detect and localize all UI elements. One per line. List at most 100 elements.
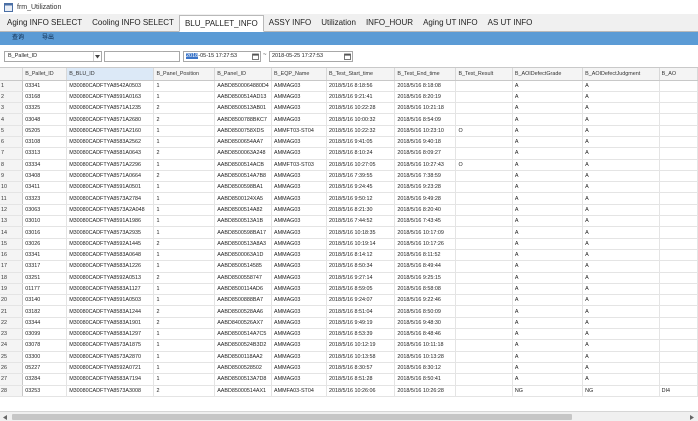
- table-cell[interactable]: [455, 80, 513, 92]
- table-cell[interactable]: M30080CADFTYA8571A2160: [66, 125, 155, 137]
- table-cell[interactable]: [659, 294, 698, 307]
- tab-cooling-info-select[interactable]: Cooling INFO SELECT: [87, 15, 179, 31]
- table-cell[interactable]: 2018/5/16 7:43:45: [394, 215, 457, 228]
- table-row[interactable]: 10 03411 M30080CADFTYA8591A0501 1 AABD850059…: [0, 181, 698, 194]
- table-cell[interactable]: O: [455, 159, 513, 171]
- table-cell[interactable]: 03048: [22, 113, 68, 126]
- row-number[interactable]: 28: [0, 385, 24, 397]
- table-cell[interactable]: M30080CADFTYA8573A2935: [66, 226, 155, 239]
- table-cell[interactable]: [455, 294, 513, 307]
- table-cell[interactable]: M30080CADFTYA8583A1297: [66, 328, 155, 341]
- table-cell[interactable]: [455, 249, 513, 262]
- table-cell[interactable]: 2018/5/16 8:10:24: [326, 147, 396, 160]
- table-cell[interactable]: 03099: [22, 328, 68, 341]
- table-cell[interactable]: 2018/5/16 8:20:19: [394, 91, 457, 104]
- table-cell[interactable]: AABD8500528AA6: [214, 305, 272, 318]
- row-number[interactable]: 22: [0, 317, 24, 330]
- column-header[interactable]: B_BLU_ID: [66, 68, 155, 81]
- table-cell[interactable]: AABD8500513A1B: [214, 215, 272, 228]
- table-cell[interactable]: 2: [153, 385, 216, 397]
- table-cell[interactable]: A: [582, 125, 660, 137]
- table-cell[interactable]: AABD8500514A82: [214, 204, 272, 217]
- row-number[interactable]: 8: [0, 159, 24, 171]
- table-cell[interactable]: A: [582, 204, 660, 217]
- table-cell[interactable]: 1: [153, 373, 216, 386]
- table-cell[interactable]: AABD85000514AX1: [214, 385, 272, 397]
- table-cell[interactable]: M30080CADFTYA8591A1986: [66, 215, 155, 228]
- table-cell[interactable]: [659, 170, 698, 183]
- table-cell[interactable]: A: [582, 249, 660, 262]
- table-cell[interactable]: 2: [153, 147, 216, 160]
- table-cell[interactable]: A: [582, 238, 660, 250]
- table-cell[interactable]: 03313: [22, 147, 68, 160]
- table-cell[interactable]: 2018/5/16 8:50:41: [394, 373, 457, 386]
- table-cell[interactable]: M30080CADFTYA8583A2562: [66, 136, 155, 149]
- tab-as-ut-info[interactable]: AS UT INFO: [483, 15, 538, 31]
- table-cell[interactable]: A: [512, 91, 584, 104]
- table-cell[interactable]: 2018/5/16 9:40:18: [394, 136, 457, 149]
- table-cell[interactable]: 03016: [22, 226, 68, 239]
- table-cell[interactable]: 2018/5/16 7:38:59: [394, 170, 457, 183]
- table-cell[interactable]: 2018/5/16 9:24:07: [326, 294, 396, 307]
- table-cell[interactable]: A: [512, 283, 584, 296]
- table-cell[interactable]: AABD8400526AX7: [214, 317, 272, 330]
- table-cell[interactable]: 2018/5/16 9:23:28: [394, 181, 457, 194]
- column-header[interactable]: B_Test_Start_time: [326, 68, 396, 81]
- table-cell[interactable]: M30080CADFTYA8592A1445: [66, 238, 155, 250]
- table-row[interactable]: 25 03300 M30080CADFTYA8573A2870 1 AABD850011…: [0, 351, 698, 363]
- table-cell[interactable]: AABD8500514585: [214, 260, 272, 273]
- table-cell[interactable]: M30080CADFTYA8573A2A048: [66, 204, 155, 217]
- table-cell[interactable]: AMMAG03: [271, 260, 327, 273]
- table-cell[interactable]: AMMAG03: [271, 91, 327, 104]
- table-cell[interactable]: [455, 147, 513, 160]
- table-cell[interactable]: 2018/5/16 10:13:28: [394, 351, 457, 363]
- table-cell[interactable]: M30080CADFTYA8592A0721: [66, 362, 155, 375]
- table-cell[interactable]: 2018/5/16 9:50:12: [326, 192, 396, 205]
- table-cell[interactable]: A: [512, 113, 584, 126]
- table-cell[interactable]: A: [582, 351, 660, 363]
- table-cell[interactable]: A: [512, 373, 584, 386]
- table-cell[interactable]: 2018/5/16 8:30:12: [394, 362, 457, 375]
- table-cell[interactable]: 03140: [22, 294, 68, 307]
- table-row[interactable]: 2 03168 M30080CADFTYA8591A0163 1 AABD8500514…: [0, 91, 698, 104]
- table-cell[interactable]: [455, 136, 513, 149]
- table-cell[interactable]: AMMFT03-ST04: [271, 125, 327, 137]
- table-cell[interactable]: [455, 351, 513, 363]
- table-cell[interactable]: AABD8500114AD6: [214, 283, 272, 296]
- table-cell[interactable]: AMMAG03: [271, 305, 327, 318]
- table-cell[interactable]: [455, 170, 513, 183]
- table-cell[interactable]: AABD8500514A7C5: [214, 328, 272, 341]
- table-cell[interactable]: AMMFT03-ST03: [271, 159, 327, 171]
- table-cell[interactable]: 1: [153, 249, 216, 262]
- table-cell[interactable]: [455, 226, 513, 239]
- table-cell[interactable]: A: [512, 305, 584, 318]
- table-cell[interactable]: A: [512, 351, 584, 363]
- table-cell[interactable]: 2018/5/16 10:17:09: [394, 226, 457, 239]
- table-cell[interactable]: 1: [153, 181, 216, 194]
- table-cell[interactable]: 03325: [22, 102, 68, 115]
- table-cell[interactable]: AABD8500598BA17: [214, 226, 272, 239]
- table-cell[interactable]: 2: [153, 305, 216, 318]
- table-cell[interactable]: A: [512, 249, 584, 262]
- table-cell[interactable]: AABD8500063A248: [214, 147, 272, 160]
- table-cell[interactable]: A: [582, 147, 660, 160]
- table-cell[interactable]: 2018/5/16 8:51:04: [326, 305, 396, 318]
- row-number[interactable]: 14: [0, 226, 24, 239]
- table-row[interactable]: 21 03182 M30080CADFTYA8583A1244 2 AABD850052…: [0, 305, 698, 318]
- table-cell[interactable]: 2018/5/16 9:25:15: [394, 272, 457, 284]
- table-cell[interactable]: AMMAG03: [271, 136, 327, 149]
- table-cell[interactable]: AABD8500124XA5: [214, 192, 272, 205]
- table-cell[interactable]: AMMAG03: [271, 215, 327, 228]
- table-cell[interactable]: A: [512, 204, 584, 217]
- row-number[interactable]: 23: [0, 328, 24, 341]
- table-cell[interactable]: M30080CADFTYA8583A7194: [66, 373, 155, 386]
- table-row[interactable]: 26 05227 M30080CADFTYA8592A0721 1 AABD850052…: [0, 362, 698, 375]
- table-cell[interactable]: 03026: [22, 238, 68, 250]
- table-cell[interactable]: NG: [512, 385, 584, 397]
- table-row[interactable]: 23 03099 M30080CADFTYA8583A1297 1 AABD850051…: [0, 328, 698, 341]
- table-row[interactable]: 16 03341 M30080CADFTYA8583A0648 1 AABD850006…: [0, 249, 698, 262]
- column-header[interactable]: B_Test_End_time: [394, 68, 457, 81]
- table-row[interactable]: 12 03063 M30080CADFTYA8573A2A048 1 AABD85005…: [0, 204, 698, 217]
- row-number[interactable]: 3: [0, 102, 24, 115]
- table-cell[interactable]: [659, 192, 698, 205]
